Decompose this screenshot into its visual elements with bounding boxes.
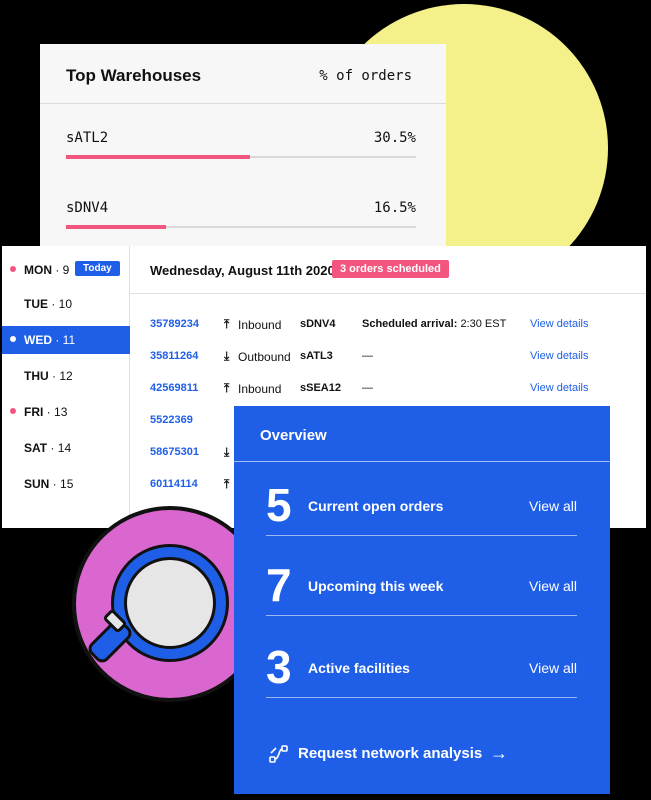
day-number: 14 [57, 441, 72, 455]
has-orders-dot [10, 266, 16, 272]
overview-label: Upcoming this week [308, 578, 444, 594]
warehouse-name: sDNV4 [66, 200, 109, 216]
calendar-day-tue[interactable]: TUE · 10 [2, 290, 130, 318]
order-facility: sSEA12 [300, 382, 341, 394]
order-direction: Inbound [238, 382, 282, 396]
day-number: 9 [62, 263, 70, 277]
overview-count: 7 [266, 559, 292, 611]
top-warehouses-title: Top Warehouses [66, 66, 202, 85]
arrow-down-to-line-icon: ⤓ [224, 445, 230, 459]
day-number: 15 [60, 477, 74, 491]
arrow-up-to-line-icon: ⤒ [224, 477, 230, 491]
network-analysis-icon [269, 745, 288, 763]
order-schedule: — [362, 350, 373, 362]
order-schedule: — [362, 382, 373, 394]
view-details-link[interactable]: View details [530, 350, 589, 362]
warehouse-share-track [66, 155, 416, 159]
day-of-week: FRI [24, 405, 44, 419]
overview-divider [234, 461, 610, 462]
calendar-day-wed[interactable]: WED · 11 [2, 326, 130, 354]
order-id-link[interactable]: 58675301 [150, 446, 199, 458]
has-orders-dot [10, 336, 16, 342]
view-all-link[interactable]: View all [529, 498, 577, 514]
day-of-week: TUE [24, 297, 48, 311]
day-number: 10 [58, 297, 73, 311]
selected-date: Wednesday, August 11th 2020 [150, 263, 335, 278]
warehouse-percent: 30.5% [373, 130, 416, 146]
warehouse-row[interactable]: sATL2 30.5% [66, 130, 416, 170]
day-number: 13 [54, 405, 68, 419]
overview-item-open-orders: 5 Current open orders View all [266, 482, 577, 536]
day-of-week: MON [24, 263, 52, 277]
view-details-link[interactable]: View details [530, 382, 589, 394]
order-facility: sATL3 [300, 350, 333, 362]
overview-item-upcoming: 7 Upcoming this week View all [266, 562, 577, 616]
order-facility: sDNV4 [300, 318, 336, 330]
calendar-day-thu[interactable]: THU · 12 [2, 362, 130, 390]
order-row: 35789234 ⤒ Inbound sDNV4 Scheduled arriv… [150, 317, 646, 338]
order-row: 35811264 ⤓ Outbound sATL3 — View details [150, 349, 646, 370]
arrow-up-to-line-icon: ⤒ [224, 317, 230, 331]
has-orders-dot [10, 408, 16, 414]
view-all-link[interactable]: View all [529, 578, 577, 594]
warehouse-share-track [66, 225, 416, 229]
calendar-day-mon[interactable]: MON · 9 Today [2, 256, 130, 284]
arrow-up-to-line-icon: ⤒ [224, 381, 230, 395]
orders-percent-column-header: % of orders [319, 68, 412, 84]
view-all-link[interactable]: View all [529, 660, 577, 676]
overview-count: 5 [266, 479, 292, 531]
day-of-week: WED [24, 333, 52, 347]
order-id-link[interactable]: 35789234 [150, 318, 199, 330]
calendar-day-sun[interactable]: SUN · 15 [2, 470, 130, 498]
day-of-week: SAT [24, 441, 48, 455]
magnifier-lens [111, 544, 229, 662]
today-badge: Today [75, 261, 120, 276]
orders-header: Wednesday, August 11th 2020 3 orders sch… [130, 246, 646, 294]
request-network-analysis-label: Request network analysis [298, 745, 483, 762]
overview-label: Current open orders [308, 498, 444, 514]
order-id-link[interactable]: 35811264 [150, 350, 198, 362]
order-id-link[interactable]: 60114114 [150, 478, 198, 490]
order-direction: Inbound [238, 318, 282, 332]
warehouse-share-bar [66, 155, 251, 159]
warehouse-percent: 16.5% [373, 200, 416, 216]
warehouse-share-bar [66, 225, 166, 229]
view-details-link[interactable]: View details [530, 318, 589, 330]
top-warehouses-header: Top Warehouses % of orders [40, 44, 446, 104]
calendar-day-sat[interactable]: SAT · 14 [2, 434, 130, 462]
overview-title: Overview [260, 427, 327, 444]
day-number: 12 [59, 369, 73, 383]
magnifier-glass [124, 557, 216, 649]
week-calendar: MON · 9 Today TUE · 10 WED · 11 THU · 12… [2, 246, 130, 528]
overview-count: 3 [266, 641, 292, 693]
order-id-link[interactable]: 42569811 [150, 382, 198, 394]
top-warehouses-card: Top Warehouses % of orders sATL2 30.5% s… [40, 44, 446, 258]
warehouse-row[interactable]: sDNV4 16.5% [66, 200, 416, 240]
order-schedule: Scheduled arrival: 2:30 EST [362, 318, 507, 330]
day-number: 11 [62, 333, 76, 347]
arrow-down-to-line-icon: ⤓ [224, 349, 230, 363]
warehouse-name: sATL2 [66, 130, 109, 146]
overview-item-facilities: 3 Active facilities View all [266, 644, 577, 698]
arrow-right-icon: → [490, 743, 508, 763]
order-row: 42569811 ⤒ Inbound sSEA12 — View details [150, 381, 646, 402]
orders-scheduled-badge: 3 orders scheduled [332, 260, 449, 278]
order-direction: Outbound [238, 350, 291, 364]
overview-label: Active facilities [308, 660, 410, 676]
order-id-link[interactable]: 5522369 [150, 414, 193, 426]
day-of-week: SUN [24, 477, 50, 491]
overview-card: Overview 5 Current open orders View all … [234, 406, 610, 794]
calendar-day-fri[interactable]: FRI · 13 [2, 398, 130, 426]
day-of-week: THU [24, 369, 49, 383]
